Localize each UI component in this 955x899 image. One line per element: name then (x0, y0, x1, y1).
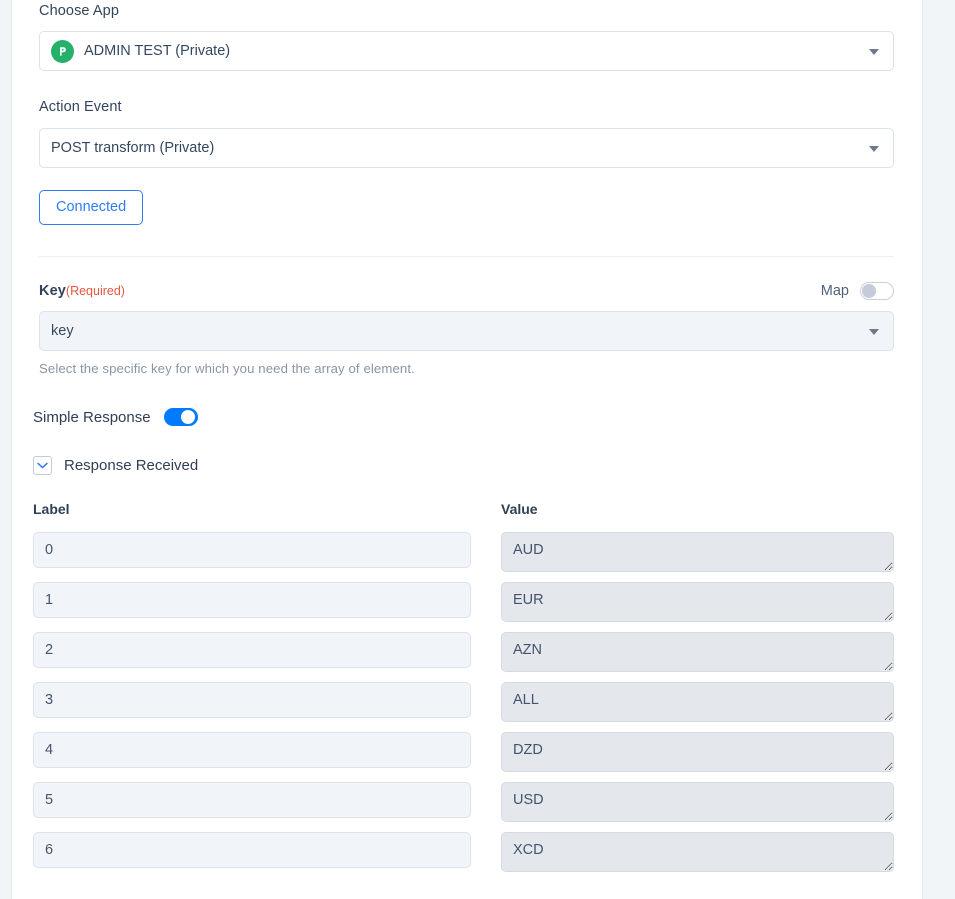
value-cell (501, 782, 894, 823)
key-select[interactable]: key (39, 311, 894, 352)
column-header-label-wrap: Label (33, 501, 471, 519)
label-cell (33, 532, 471, 569)
value-textarea[interactable] (501, 632, 894, 673)
key-header-row: Key(Required) Map (39, 281, 894, 300)
value-cell (501, 682, 894, 723)
map-toggle[interactable] (860, 281, 894, 300)
choose-app-value: ADMIN TEST (Private) (84, 43, 231, 60)
key-label: Key (39, 282, 66, 299)
chevron-down-icon[interactable] (33, 456, 52, 476)
map-toggle-wrap: Map (820, 281, 894, 300)
label-input[interactable] (33, 632, 471, 669)
column-spacer (471, 501, 501, 519)
label-input[interactable] (33, 832, 471, 869)
section-divider (39, 255, 894, 257)
value-textarea[interactable] (501, 732, 894, 773)
value-cell (501, 532, 894, 573)
label-cell (33, 582, 471, 619)
column-header-value: Value (501, 501, 538, 518)
response-received-label: Response Received (64, 457, 199, 475)
connected-button-wrap: Connected (39, 189, 894, 225)
value-cell (501, 732, 894, 773)
chevron-down-icon (869, 145, 879, 152)
value-cell (501, 632, 894, 673)
table-row (33, 832, 894, 873)
simple-response-label: Simple Response (33, 408, 151, 426)
label-cell (33, 682, 471, 719)
action-event-select[interactable]: POST transform (Private) (39, 127, 894, 168)
table-row (33, 732, 894, 773)
table-row (33, 682, 894, 723)
label-input[interactable] (33, 782, 471, 819)
chevron-down-icon (869, 329, 879, 336)
table-row (33, 782, 894, 823)
value-textarea[interactable] (501, 532, 894, 573)
simple-response-toggle-knob (180, 410, 195, 425)
key-group: Key(Required) Map key Select the specifi… (39, 281, 894, 377)
key-label-wrap: Key(Required) (39, 282, 125, 300)
app-logo-icon (51, 39, 74, 63)
map-toggle-knob (862, 283, 876, 298)
value-cell (501, 582, 894, 623)
key-helper-text: Select the specific key for which you ne… (39, 361, 415, 377)
table-row (33, 582, 894, 623)
label-cell (33, 732, 471, 769)
key-required-note: (Required) (65, 283, 125, 298)
label-input[interactable] (33, 682, 471, 719)
choose-app-group: Choose App ADMIN TEST (Private) (39, 0, 894, 72)
column-header-label: Label (33, 501, 70, 518)
label-input[interactable] (33, 532, 471, 569)
label-cell (33, 632, 471, 669)
app-screen: Choose App ADMIN TEST (Private) Action E… (0, 0, 955, 899)
column-header-value-wrap: Value (501, 501, 894, 519)
table-row (33, 632, 894, 673)
left-gutter (0, 0, 12, 899)
map-label: Map (820, 282, 849, 299)
value-textarea[interactable] (501, 682, 894, 723)
simple-response-toggle[interactable] (163, 408, 198, 427)
action-event-value: POST transform (Private) (51, 139, 215, 156)
simple-response-row: Simple Response (33, 408, 894, 427)
action-event-label: Action Event (39, 99, 122, 116)
response-table-body (33, 532, 894, 873)
action-config-panel: Choose App ADMIN TEST (Private) Action E… (12, 0, 922, 899)
connected-button[interactable]: Connected (39, 189, 144, 225)
label-cell (33, 832, 471, 869)
response-received-row: Response Received (33, 456, 894, 476)
choose-app-select[interactable]: ADMIN TEST (Private) (39, 31, 894, 72)
right-gutter (922, 0, 955, 899)
response-table-header: Label Value (33, 501, 894, 519)
label-cell (33, 782, 471, 819)
chevron-down-icon (869, 49, 879, 56)
value-textarea[interactable] (501, 782, 894, 823)
value-textarea[interactable] (501, 832, 894, 873)
value-cell (501, 832, 894, 873)
value-textarea[interactable] (501, 582, 894, 623)
action-event-group: Action Event POST transform (Private) (39, 99, 894, 168)
choose-app-label: Choose App (39, 3, 120, 19)
key-select-value: key (51, 323, 74, 340)
label-input[interactable] (33, 582, 471, 619)
label-input[interactable] (33, 732, 471, 769)
table-row (33, 532, 894, 573)
